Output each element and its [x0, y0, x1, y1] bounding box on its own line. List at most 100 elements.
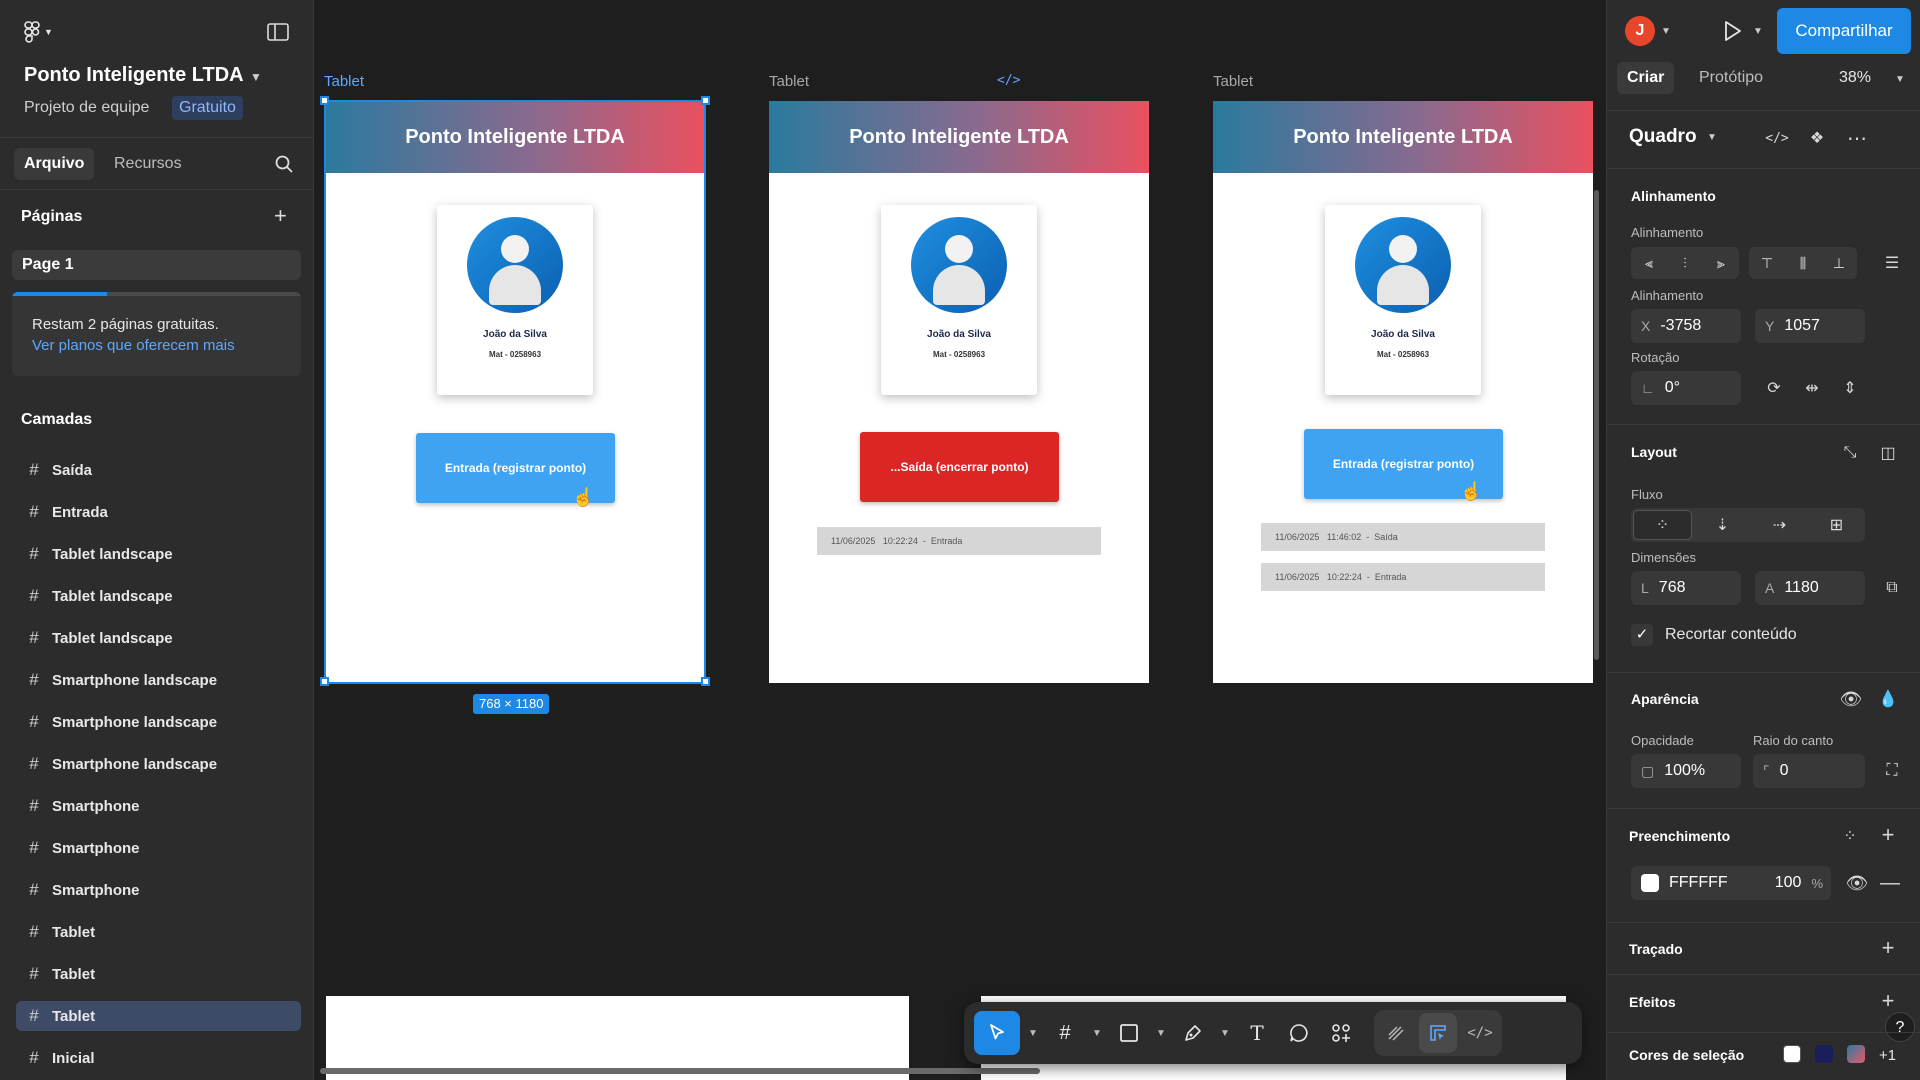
move-tool-button[interactable] — [974, 1011, 1020, 1055]
align-bottom-icon[interactable]: ⊥ — [1821, 247, 1857, 279]
selection-colors-more[interactable]: +1 — [1879, 1047, 1896, 1064]
layer-item[interactable]: # Smartphone — [16, 791, 301, 821]
remove-fill-icon[interactable]: — — [1879, 872, 1901, 894]
align-top-icon[interactable]: ⊤ — [1749, 247, 1785, 279]
layer-item[interactable]: # Entrada — [16, 497, 301, 527]
more-icon[interactable]: ⋯ — [1845, 126, 1869, 150]
chevron-down-icon[interactable]: ▼ — [1088, 1011, 1106, 1055]
frame-label[interactable]: Tablet — [769, 73, 809, 90]
eye-icon[interactable]: 👁 — [1845, 872, 1869, 894]
flip-horizontal-icon[interactable]: ⇹ — [1801, 377, 1823, 399]
chevron-down-icon[interactable]: ▼ — [250, 70, 262, 84]
code-icon[interactable]: </> — [1765, 126, 1789, 150]
play-icon[interactable] — [1719, 18, 1745, 44]
layer-item[interactable]: # Smartphone — [16, 875, 301, 905]
horizontal-scrollbar[interactable] — [320, 1068, 1040, 1074]
selection-type[interactable]: Quadro — [1629, 126, 1697, 148]
rotate-icon[interactable]: ⟳ — [1763, 377, 1785, 399]
project-name[interactable]: Ponto Inteligente LTDA — [24, 64, 244, 87]
canvas[interactable]: Tablet </> Tablet Tablet Ponto Inteligen… — [314, 0, 1606, 1080]
comment-tool-button[interactable] — [1280, 1011, 1318, 1055]
text-tool-button[interactable]: T — [1238, 1011, 1276, 1055]
align-left-icon[interactable]: ⫷ — [1631, 247, 1667, 279]
component-icon[interactable]: ❖ — [1805, 126, 1829, 150]
y-field[interactable]: Y 1057 — [1755, 309, 1865, 343]
layer-item[interactable]: # Smartphone landscape — [16, 749, 301, 779]
opacity-field[interactable]: ▢ 100% — [1631, 754, 1741, 788]
tab-arquivo[interactable]: Arquivo — [14, 148, 95, 180]
rectangle-tool-button[interactable] — [1110, 1011, 1148, 1055]
layer-item[interactable]: # Smartphone landscape — [16, 707, 301, 737]
code-icon[interactable]: </> — [997, 73, 1020, 88]
chevron-down-icon[interactable]: ▼ — [1152, 1011, 1170, 1055]
align-right-icon[interactable]: ⫸ — [1703, 247, 1739, 279]
independent-corners-icon[interactable]: ⛶ — [1881, 760, 1903, 782]
flip-vertical-icon[interactable]: ⇕ — [1839, 377, 1861, 399]
design-mode-button[interactable] — [1419, 1013, 1457, 1053]
page-item[interactable]: Page 1 — [12, 250, 301, 280]
tab-prototipo[interactable]: Protótipo — [1689, 62, 1773, 94]
drop-icon[interactable]: 💧 — [1877, 688, 1899, 710]
chevron-down-icon[interactable]: ▼ — [1024, 1011, 1042, 1055]
frame-label[interactable]: Tablet — [1213, 73, 1253, 90]
share-button[interactable]: Compartilhar — [1777, 8, 1911, 54]
frame-label[interactable]: Tablet — [324, 73, 364, 90]
align-center-h-icon[interactable]: ⫶ — [1667, 247, 1703, 279]
layer-item[interactable]: # Tablet landscape — [16, 539, 301, 569]
flow-grid-icon[interactable]: ⊞ — [1808, 508, 1865, 542]
flow-freeform-icon[interactable]: ⁘ — [1633, 510, 1692, 540]
frame-tool-button[interactable]: # — [1046, 1011, 1084, 1055]
rotation-field[interactable]: ∟ 0° — [1631, 371, 1741, 405]
eye-icon[interactable]: 👁 — [1839, 688, 1863, 710]
layer-item[interactable]: # Smartphone — [16, 833, 301, 863]
auto-layout-icon[interactable]: ◫ — [1877, 442, 1899, 464]
fill-field[interactable]: FFFFFF 100 % — [1631, 866, 1831, 900]
clip-content-checkbox[interactable]: ✓ — [1631, 624, 1653, 646]
vertical-scrollbar[interactable] — [1594, 190, 1599, 660]
pen-tool-button[interactable] — [1174, 1011, 1212, 1055]
layer-item[interactable]: # Tablet — [16, 1001, 301, 1031]
layer-item[interactable]: # Tablet landscape — [16, 581, 301, 611]
selection-color-swatch[interactable] — [1783, 1045, 1801, 1063]
sidebar-toggle-icon[interactable] — [264, 20, 292, 44]
corner-radius-field[interactable]: ⌜ 0 — [1753, 754, 1865, 788]
add-fill-icon[interactable]: + — [1877, 822, 1899, 847]
flow-horizontal-icon[interactable]: ⇢ — [1751, 508, 1808, 542]
chevron-down-icon[interactable]: ▼ — [1895, 74, 1905, 85]
plan-badge[interactable]: Gratuito — [172, 96, 243, 120]
x-field[interactable]: X -3758 — [1631, 309, 1741, 343]
selection-color-swatch[interactable] — [1815, 1045, 1833, 1063]
add-effect-icon[interactable]: + — [1877, 988, 1899, 1013]
saida-button[interactable]: ...Saída (encerrar ponto) — [860, 432, 1059, 502]
layer-item[interactable]: # Saída — [16, 455, 301, 485]
resize-handle[interactable] — [320, 96, 329, 105]
chevron-down-icon[interactable]: ▼ — [1707, 132, 1717, 143]
help-button[interactable]: ? — [1885, 1012, 1915, 1042]
tablet-frame-3[interactable]: Ponto Inteligente LTDA João da Silva Mat… — [1213, 101, 1593, 683]
tab-criar[interactable]: Criar — [1617, 62, 1675, 94]
layer-item[interactable]: # Tablet — [16, 917, 301, 947]
tab-recursos[interactable]: Recursos — [104, 148, 192, 180]
layer-item[interactable]: # Tablet landscape — [16, 623, 301, 653]
align-middle-icon[interactable]: ⫼ — [1785, 247, 1821, 279]
draw-mode-button[interactable] — [1377, 1013, 1415, 1053]
zoom-level[interactable]: 38% — [1839, 69, 1871, 87]
selection-color-swatch[interactable] — [1847, 1045, 1865, 1063]
flow-vertical-icon[interactable]: ⇣ — [1694, 508, 1751, 542]
user-avatar[interactable]: J — [1625, 16, 1655, 46]
tablet-frame-1[interactable]: Ponto Inteligente LTDA João da Silva Mat… — [325, 101, 705, 683]
layer-item[interactable]: # Tablet — [16, 959, 301, 989]
search-icon[interactable] — [274, 154, 294, 174]
tablet-frame-2[interactable]: Ponto Inteligente LTDA João da Silva Mat… — [769, 101, 1149, 683]
resize-handle[interactable] — [701, 96, 710, 105]
actions-tool-button[interactable] — [1322, 1011, 1360, 1055]
height-field[interactable]: A 1180 — [1755, 571, 1865, 605]
chevron-down-icon[interactable]: ▼ — [1661, 26, 1671, 37]
add-stroke-icon[interactable]: + — [1877, 935, 1899, 960]
collapse-icon[interactable]: ⤡ — [1839, 442, 1861, 464]
width-field[interactable]: L 768 — [1631, 571, 1741, 605]
distribute-icon[interactable]: ☰ — [1881, 252, 1903, 274]
add-page-icon[interactable]: + — [274, 204, 287, 228]
chevron-down-icon[interactable]: ▼ — [1753, 26, 1763, 37]
resize-handle[interactable] — [320, 677, 329, 686]
